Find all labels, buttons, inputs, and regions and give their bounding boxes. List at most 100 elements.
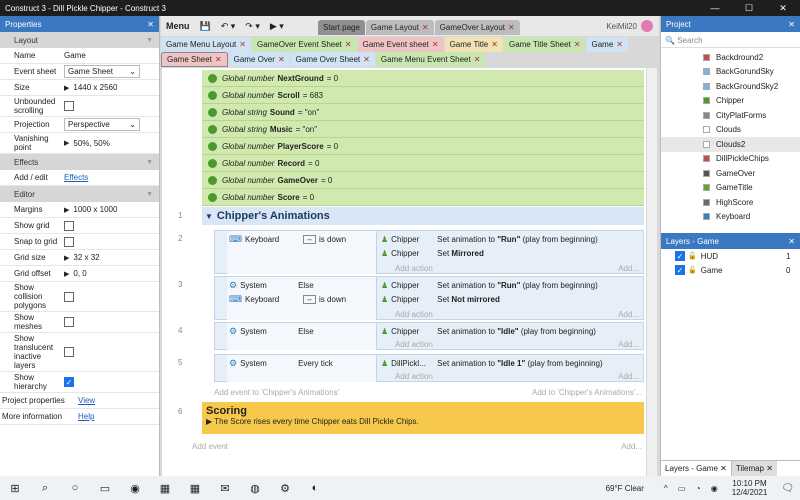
- property-value[interactable]: Perspective ⌄: [64, 118, 159, 131]
- section-editor[interactable]: Editor ▼: [0, 186, 159, 202]
- section-layout[interactable]: Layout ▼: [0, 32, 159, 48]
- global-variable-row[interactable]: Global number GameOver = 0: [202, 172, 644, 189]
- property-value[interactable]: [64, 347, 159, 357]
- property-dropdown[interactable]: Game Sheet ⌄: [64, 65, 140, 78]
- mail-icon[interactable]: ✉: [210, 476, 240, 500]
- footer-link[interactable]: Help: [78, 412, 94, 421]
- event-block[interactable]: ⚙ System Every tick ♟ DillPickl... Set animat…: [214, 354, 644, 382]
- play-button[interactable]: ▶ ▾: [265, 21, 289, 32]
- expand-arrow-icon[interactable]: ▶: [206, 417, 214, 426]
- action[interactable]: ♟ Chipper Set animation to "Run" (play fro…: [381, 233, 643, 246]
- close-icon[interactable]: ✕: [508, 23, 515, 32]
- project-item[interactable]: GameTitle: [661, 181, 800, 196]
- property-value[interactable]: Effects: [64, 173, 159, 182]
- tray-icons[interactable]: ^ ▭ ◔ ◉: [664, 484, 722, 493]
- checkbox[interactable]: [64, 220, 74, 231]
- close-icon[interactable]: ✕: [239, 40, 246, 49]
- checkbox[interactable]: [64, 317, 74, 327]
- project-item[interactable]: BackGroundSky2: [661, 79, 800, 94]
- add-action-link[interactable]: Add action: [395, 372, 433, 381]
- construct-icon[interactable]: ◐: [300, 476, 330, 500]
- expand-arrow-icon[interactable]: ▶: [64, 254, 69, 262]
- add-event-link[interactable]: Add event: [192, 442, 228, 451]
- tab-layers[interactable]: Layers - Game ✕: [661, 461, 732, 476]
- project-item[interactable]: DillPickleChips: [661, 152, 800, 167]
- property-value[interactable]: Game: [64, 51, 159, 60]
- tab-game[interactable]: Game ✕: [586, 37, 628, 52]
- effects-link[interactable]: Effects: [64, 173, 88, 182]
- add-short-link[interactable]: Add...: [618, 310, 639, 319]
- layer-row[interactable]: ✓ 🔓 Game 0: [661, 263, 800, 277]
- tab-game-over-sheet[interactable]: Game Over Sheet ✕: [290, 52, 375, 67]
- condition[interactable]: ⌨ Keyboard ↔ is down: [229, 233, 375, 246]
- tab-game-over[interactable]: Game Over ✕: [228, 52, 290, 67]
- menu-button[interactable]: Menu: [161, 21, 195, 31]
- close-icon[interactable]: ✕: [345, 40, 352, 49]
- event-sheet-scrollbar[interactable]: [647, 68, 657, 476]
- event-block[interactable]: ⌨ Keyboard ↔ is down ♟ Chipper Set animation t…: [214, 230, 644, 274]
- event-block[interactable]: ⚙ System Else ⌨ Keyboard ↔ is down ♟ Chipper Set …: [214, 276, 644, 320]
- layer-visible-checkbox[interactable]: ✓: [675, 251, 685, 261]
- footer-link[interactable]: View: [78, 396, 95, 405]
- checkbox[interactable]: [64, 291, 74, 302]
- event-block[interactable]: ⚙ System Else ♟ Chipper Set animation to "Idl…: [214, 322, 644, 350]
- global-variable-row[interactable]: Global number Scroll = 683: [202, 87, 644, 104]
- checkbox[interactable]: [64, 101, 74, 111]
- project-item[interactable]: Keyboard: [661, 210, 800, 225]
- condition[interactable]: ⚙ System Else: [229, 325, 375, 338]
- save-icon[interactable]: 💾: [195, 21, 216, 32]
- redo-button[interactable]: ↷ ▾: [240, 21, 265, 32]
- checkbox[interactable]: [64, 236, 74, 247]
- tab-gameover-event-sheet[interactable]: GameOver Event Sheet ✕: [251, 37, 357, 52]
- property-value[interactable]: [64, 101, 159, 111]
- global-variable-row[interactable]: Global number NextGround = 0: [202, 70, 644, 87]
- tab-gameover-layout[interactable]: GameOver Layout ✕: [434, 20, 520, 35]
- add-short-link[interactable]: Add...: [618, 372, 639, 381]
- expand-arrow-icon[interactable]: ▶: [64, 84, 69, 92]
- add-action-link[interactable]: Add action: [395, 340, 433, 349]
- close-icon[interactable]: ✕: [422, 23, 429, 32]
- global-variable-row[interactable]: Global string Music = "on": [202, 121, 644, 138]
- group-header[interactable]: ▼ Chipper's Animations: [202, 207, 644, 225]
- task-view-icon[interactable]: ○: [60, 476, 90, 500]
- tab-game-sheet[interactable]: Game Sheet ✕: [161, 52, 228, 67]
- weather-widget[interactable]: 69°F Clear: [606, 484, 644, 493]
- layer-visible-checkbox[interactable]: ✓: [675, 265, 685, 275]
- property-dropdown[interactable]: Perspective ⌄: [64, 118, 140, 131]
- add-short-link[interactable]: Add...: [618, 264, 639, 273]
- close-icon[interactable]: ✕: [491, 40, 498, 49]
- add-action-link[interactable]: Add action: [395, 310, 433, 319]
- lock-icon[interactable]: 🔓: [688, 252, 697, 260]
- global-variable-row[interactable]: Global number Record = 0: [202, 155, 644, 172]
- property-value[interactable]: Game Sheet ⌄: [64, 65, 159, 78]
- property-value[interactable]: [64, 236, 159, 247]
- property-value[interactable]: ▶ 1440 x 2560: [64, 83, 159, 92]
- property-value[interactable]: ▶ 50%, 50%: [64, 139, 159, 148]
- maximize-button[interactable]: ☐: [732, 3, 766, 14]
- add-event-to-group-link[interactable]: Add event to 'Chipper's Animations': [214, 388, 339, 397]
- add-short-link[interactable]: Add...: [621, 442, 642, 451]
- expand-arrow-icon[interactable]: ▶: [64, 139, 69, 147]
- search-icon[interactable]: ⌕: [30, 476, 60, 500]
- expand-arrow-icon[interactable]: ▶: [64, 206, 69, 214]
- notification-icon[interactable]: 🗨: [781, 483, 794, 494]
- condition[interactable]: ⚙ System Every tick: [229, 357, 375, 370]
- layer-row[interactable]: ✓ 🔓 HUD 1: [661, 249, 800, 263]
- avatar[interactable]: [641, 20, 653, 32]
- close-icon[interactable]: ✕: [278, 55, 285, 64]
- project-item[interactable]: BackGorundSky: [661, 65, 800, 80]
- widgets-icon[interactable]: ▭: [90, 476, 120, 500]
- expand-arrow-icon[interactable]: ▶: [64, 270, 69, 278]
- condition[interactable]: ⌨ Keyboard ↔ is down: [229, 293, 375, 306]
- close-icon[interactable]: ✕: [788, 20, 795, 29]
- search-input[interactable]: 🔍 Search: [661, 34, 800, 48]
- add-to-group-link[interactable]: Add to 'Chipper's Animations'...: [532, 388, 642, 397]
- property-value[interactable]: ▶ 32 x 32: [64, 253, 159, 262]
- tab-game-menu-layout[interactable]: Game Menu Layout ✕: [161, 37, 251, 52]
- global-variable-row[interactable]: Global number Score = 0: [202, 189, 644, 206]
- action[interactable]: ♟ Chipper Set Mirrored: [381, 247, 643, 260]
- action[interactable]: ♟ DillPickl... Set animation to "Idle 1" (…: [381, 357, 643, 370]
- settings-icon[interactable]: ⚙: [270, 476, 300, 500]
- close-icon[interactable]: ✕: [432, 40, 439, 49]
- tab-game-title[interactable]: Game Title ✕: [444, 37, 503, 52]
